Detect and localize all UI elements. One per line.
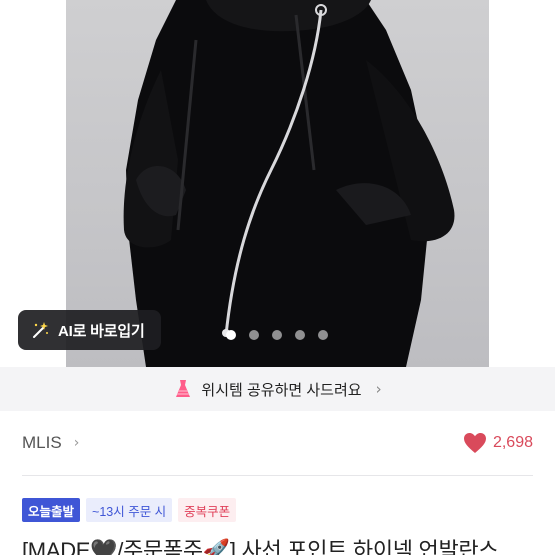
dress-icon [176,380,191,397]
divider [22,475,533,476]
wish-share-label: 위시템 공유하면 사드려요 [201,381,362,399]
ai-try-on-button[interactable]: AI로 바로입기 [18,310,161,350]
shop-row[interactable]: MLIS › 2,698 [0,411,555,475]
order-cutoff-badge: ~13시 주문 시 [86,498,173,522]
pagination-dot[interactable] [272,330,282,340]
heart-icon [463,433,486,453]
wish-share-banner[interactable]: 위시템 공유하면 사드려요 › [0,367,555,411]
coupon-badge: 중복쿠폰 [178,498,237,522]
pagination-dot[interactable] [295,330,305,340]
today-shipping-badge: 오늘출발 [22,498,81,522]
like-count: 2,698 [492,434,533,451]
product-title: [MADE🖤/주문폭주🚀] 사선 포인트 하이넥 언발란스 [22,538,499,555]
badge-row: 오늘출발 ~13시 주문 시 중복쿠폰 [22,498,237,522]
product-gallery[interactable]: AI로 바로입기 [0,0,555,367]
ai-try-on-label: AI로 바로입기 [58,322,145,340]
pagination-dot[interactable] [318,330,328,340]
chevron-right-icon: › [375,380,382,398]
shop-name[interactable]: MLIS [22,433,62,453]
chevron-right-icon: › [73,435,80,451]
magic-wand-icon [33,322,48,338]
gallery-pagination[interactable] [226,330,328,340]
pagination-dot[interactable] [226,330,236,340]
pagination-dot[interactable] [249,330,259,340]
like-button[interactable]: 2,698 [463,432,533,454]
